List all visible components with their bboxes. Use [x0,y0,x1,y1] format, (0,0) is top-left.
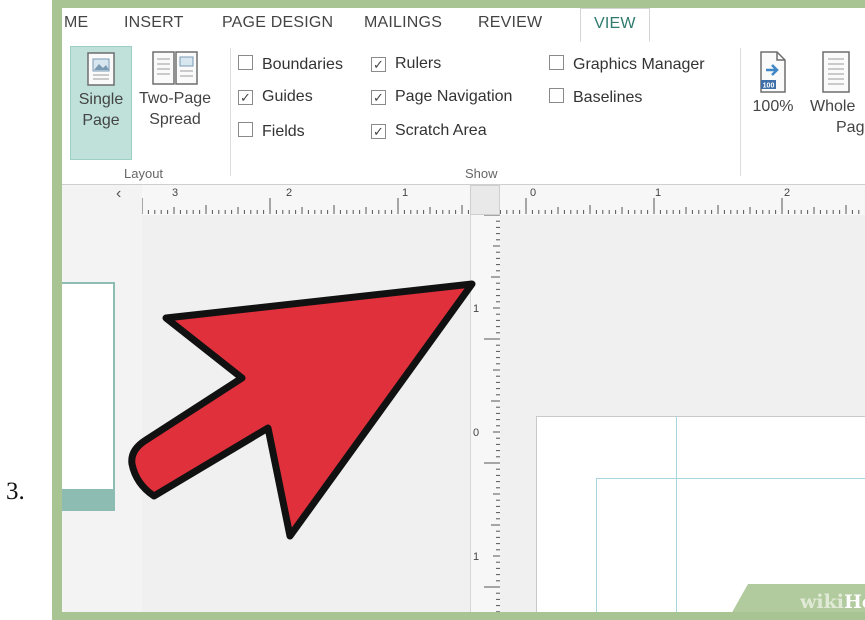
step-number: 3. [6,478,25,505]
watermark-part-1: wiki [800,591,844,612]
wikihow-watermark: wikiHow [800,591,865,612]
watermark-part-2: How [843,591,865,612]
publisher-window: ME INSERT PAGE DESIGN MAILINGS REVIEW VI… [62,8,865,612]
red-pointer-arrow-icon [128,280,476,540]
